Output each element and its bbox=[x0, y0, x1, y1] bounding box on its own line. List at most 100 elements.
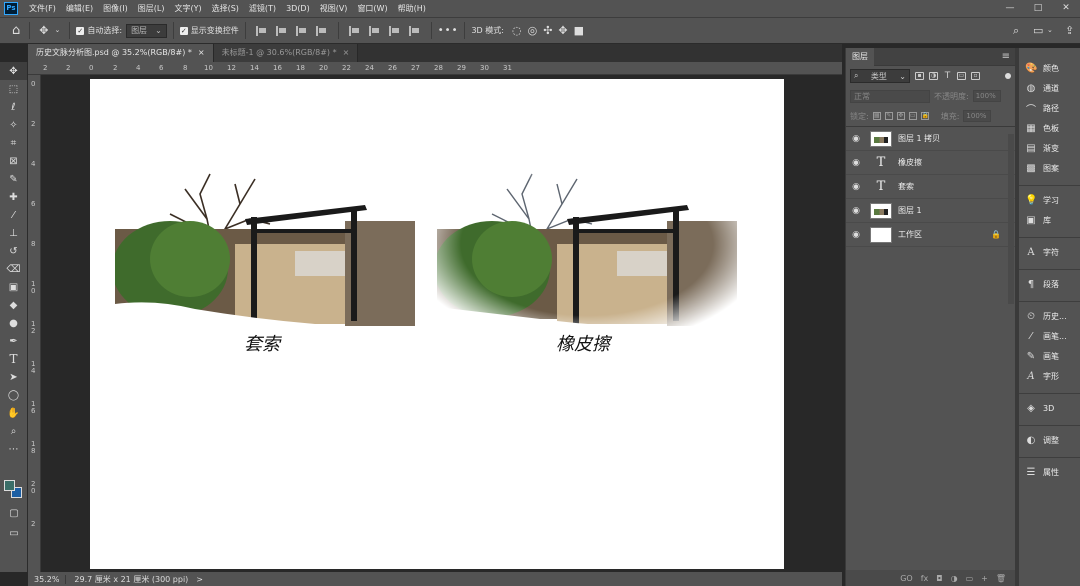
filter-shape-icon[interactable]: ▭ bbox=[957, 72, 966, 80]
dock-learn[interactable]: 💡 学习 bbox=[1019, 190, 1080, 210]
minimize-button[interactable]: — bbox=[996, 0, 1024, 17]
lock-transparent-icon[interactable]: ▦ bbox=[872, 112, 881, 120]
dock-history[interactable]: ⏲ 历史... bbox=[1019, 306, 1080, 326]
eraser-tool-icon[interactable]: ⌫ bbox=[0, 260, 27, 278]
align-middle-icon[interactable] bbox=[368, 25, 381, 36]
align-right-icon[interactable] bbox=[295, 25, 308, 36]
fill-input[interactable]: 100% bbox=[963, 110, 992, 122]
visibility-eye-icon[interactable]: ◉ bbox=[846, 158, 866, 168]
filter-type-icon[interactable]: T bbox=[943, 72, 952, 81]
dock-glyphs[interactable]: A 字形 bbox=[1019, 366, 1080, 386]
dock-properties[interactable]: ☰ 属性 bbox=[1019, 462, 1080, 482]
eyedropper-icon[interactable]: ✎ bbox=[0, 170, 27, 188]
close-window-button[interactable]: ✕ bbox=[1052, 0, 1080, 17]
menu-view[interactable]: 视图(V) bbox=[315, 3, 353, 14]
dock-paragraph[interactable]: ¶ 段落 bbox=[1019, 274, 1080, 294]
document-canvas[interactable]: 套索 橡皮擦 bbox=[90, 79, 784, 569]
delete-layer-icon[interactable]: 🗑 bbox=[996, 574, 1006, 583]
dodge-tool-icon[interactable]: ● bbox=[0, 314, 27, 332]
path-selection-icon[interactable]: ➤ bbox=[0, 368, 27, 386]
layer-filter-dropdown[interactable]: ⌕ 类型 ⌄ bbox=[850, 69, 910, 83]
visibility-eye-icon[interactable]: ◉ bbox=[846, 206, 866, 216]
slide-3d-icon[interactable]: ✥ bbox=[558, 25, 567, 36]
lock-all-icon[interactable]: 🔒 bbox=[920, 112, 929, 120]
gradient-tool-icon[interactable]: ▣ bbox=[0, 278, 27, 296]
dock-channels[interactable]: ◍ 通道 bbox=[1019, 78, 1080, 98]
photoshop-logo-icon[interactable]: Ps bbox=[4, 2, 18, 15]
chevron-down-icon[interactable]: ⌄ bbox=[54, 27, 60, 34]
close-tab-icon[interactable]: × bbox=[198, 48, 205, 57]
orbit-3d-icon[interactable]: ◌ bbox=[512, 25, 522, 36]
auto-select-dropdown[interactable]: 图层 ⌄ bbox=[126, 23, 167, 38]
lock-position-icon[interactable]: ✥ bbox=[896, 112, 905, 120]
chevron-down-icon[interactable]: ⌄ bbox=[1047, 27, 1053, 34]
dock-brush-settings[interactable]: ⁄ 画笔... bbox=[1019, 326, 1080, 346]
show-transform-checkbox[interactable]: ✓ bbox=[179, 26, 188, 35]
brush-tool-icon[interactable]: ⁄ bbox=[0, 206, 27, 224]
menu-select[interactable]: 选择(S) bbox=[207, 3, 244, 14]
share-icon[interactable]: ⇪ bbox=[1065, 25, 1074, 36]
visibility-eye-icon[interactable]: ◉ bbox=[846, 230, 866, 240]
distribute-icon[interactable] bbox=[315, 25, 328, 36]
dock-patterns[interactable]: ▩ 图案 bbox=[1019, 158, 1080, 178]
quick-mask-icon[interactable]: ▢ bbox=[0, 504, 28, 522]
lock-image-icon[interactable]: ✎ bbox=[884, 112, 893, 120]
move-tool-icon[interactable]: ✥ bbox=[0, 62, 27, 80]
search-icon[interactable]: ⌕ bbox=[1013, 25, 1019, 36]
menu-filter[interactable]: 滤镜(T) bbox=[244, 3, 281, 14]
zoom-tool-icon[interactable]: ⌕ bbox=[0, 422, 27, 440]
layer-row[interactable]: ◉ 工作区 🔒 bbox=[846, 223, 1015, 247]
align-center-icon[interactable] bbox=[275, 25, 288, 36]
stamp-tool-icon[interactable]: ⊥ bbox=[0, 224, 27, 242]
dock-gradients[interactable]: ▤ 渐变 bbox=[1019, 138, 1080, 158]
tab-untitled[interactable]: 未标题-1 @ 30.6%(RGB/8#) * × bbox=[213, 44, 359, 62]
canvas-area[interactable]: 套索 橡皮擦 bbox=[41, 75, 842, 572]
panel-menu-icon[interactable]: ≡ bbox=[1002, 51, 1010, 62]
magic-wand-icon[interactable]: ✧ bbox=[0, 116, 27, 134]
dock-color[interactable]: 🎨 颜色 bbox=[1019, 58, 1080, 78]
roll-3d-icon[interactable]: ◎ bbox=[528, 25, 538, 36]
workspace-icon[interactable]: ▭ bbox=[1033, 25, 1043, 36]
lasso-tool-icon[interactable]: ℓ bbox=[0, 98, 27, 116]
blur-tool-icon[interactable]: ◆ bbox=[0, 296, 27, 314]
layer-row[interactable]: ◉ T 套索 bbox=[846, 175, 1015, 199]
menu-type[interactable]: 文字(Y) bbox=[169, 3, 206, 14]
dock-swatches[interactable]: ▦ 色板 bbox=[1019, 118, 1080, 138]
tab-layers[interactable]: 图层 bbox=[846, 47, 874, 66]
pen-tool-icon[interactable]: ✒ bbox=[0, 332, 27, 350]
status-menu-arrow-icon[interactable]: > bbox=[196, 575, 203, 584]
visibility-eye-icon[interactable]: ◉ bbox=[846, 134, 866, 144]
pan-3d-icon[interactable]: ✣ bbox=[543, 25, 552, 36]
menu-help[interactable]: 帮助(H) bbox=[393, 3, 431, 14]
new-layer-icon[interactable]: + bbox=[981, 574, 988, 583]
crop-tool-icon[interactable]: ⌗ bbox=[0, 134, 27, 152]
auto-select-checkbox[interactable]: ✓ bbox=[76, 26, 85, 35]
dock-adjustments[interactable]: ◐ 调整 bbox=[1019, 430, 1080, 450]
filter-adjustment-icon[interactable]: ◑ bbox=[929, 72, 938, 80]
edit-toolbar-icon[interactable]: ⋯ bbox=[0, 440, 27, 458]
tab-history-analysis[interactable]: 历史文脉分析图.psd @ 35.2%(RGB/8#) * × bbox=[28, 44, 214, 62]
menu-file[interactable]: 文件(F) bbox=[24, 3, 61, 14]
layer-row[interactable]: ◉ 图层 1 bbox=[846, 199, 1015, 223]
menu-layer[interactable]: 图层(L) bbox=[133, 3, 170, 14]
filter-smart-object-icon[interactable]: ▫ bbox=[971, 72, 980, 80]
menu-edit[interactable]: 编辑(E) bbox=[61, 3, 98, 14]
zoom-level[interactable]: 35.2% bbox=[28, 574, 67, 584]
link-layers-icon[interactable]: GO bbox=[900, 574, 913, 583]
add-mask-icon[interactable]: ◘ bbox=[936, 574, 942, 583]
layers-scrollbar[interactable] bbox=[1008, 134, 1014, 304]
filter-pixel-icon[interactable]: ▪ bbox=[915, 72, 924, 80]
more-options-button[interactable]: ••• bbox=[438, 25, 459, 36]
layer-row[interactable]: ◉ T 橡皮擦 bbox=[846, 151, 1015, 175]
layer-style-icon[interactable]: fx bbox=[921, 574, 929, 583]
distribute-vertical-icon[interactable] bbox=[408, 25, 421, 36]
frame-tool-icon[interactable]: ⊠ bbox=[0, 152, 27, 170]
menu-3d[interactable]: 3D(D) bbox=[281, 4, 315, 13]
dock-brushes[interactable]: ✎ 画笔 bbox=[1019, 346, 1080, 366]
dock-3d[interactable]: ◈ 3D bbox=[1019, 398, 1080, 418]
home-icon[interactable]: ⌂ bbox=[12, 24, 20, 37]
menu-window[interactable]: 窗口(W) bbox=[352, 3, 392, 14]
healing-brush-icon[interactable]: ✚ bbox=[0, 188, 27, 206]
visibility-eye-icon[interactable]: ◉ bbox=[846, 182, 866, 192]
opacity-input[interactable]: 100% bbox=[972, 90, 1001, 102]
